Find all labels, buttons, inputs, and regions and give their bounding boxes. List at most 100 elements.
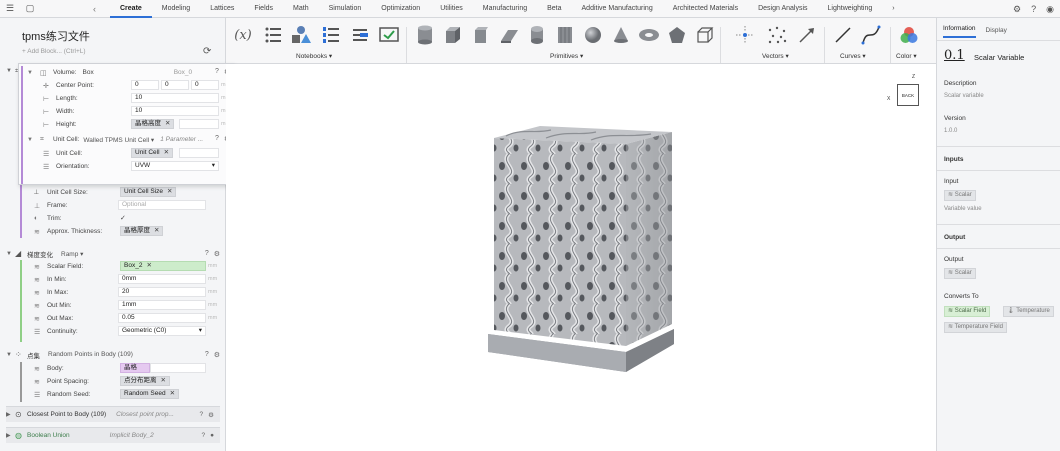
point-cloud-icon[interactable] — [766, 23, 788, 47]
unit-cell-chip[interactable]: Unit Cell ✕ — [131, 148, 174, 158]
lattice-model[interactable] — [476, 124, 686, 394]
settings-icon[interactable]: ⚙ — [214, 351, 220, 359]
random-seed-chip[interactable]: Random Seed ✕ — [120, 389, 180, 399]
collapse-caret-icon[interactable]: ▼ — [6, 68, 15, 74]
point-spacing-chip[interactable]: 点分布距离 ✕ — [120, 376, 170, 386]
tab-lattices[interactable]: Lattices — [200, 0, 244, 18]
convert-temperature-chip[interactable]: 🌡 Temperature — [1003, 306, 1054, 317]
prism-icon[interactable] — [470, 23, 492, 47]
help-icon[interactable]: ? — [215, 68, 219, 75]
trim-checkbox[interactable]: ✓ — [120, 214, 126, 222]
check-card-icon[interactable] — [378, 23, 400, 47]
sort-list-icon[interactable] — [349, 23, 371, 47]
remove-icon[interactable]: ✕ — [154, 227, 159, 234]
box-icon[interactable] — [442, 23, 464, 47]
unit-cell-row[interactable]: ▼ ⌗ Unit Cell: Walled TPMS Unit Cell ▾ 1… — [27, 134, 203, 145]
pentagon-icon[interactable] — [666, 23, 688, 47]
block-points-header[interactable]: ▼ ⁘ 点集 Random Points in Body (109) ? ⚙ — [6, 348, 220, 361]
3d-viewport[interactable]: Z X BACK — [226, 64, 936, 451]
help-icon[interactable]: ? — [205, 351, 209, 359]
tab-architected-materials[interactable]: Architected Materials — [663, 0, 748, 18]
tab-manufacturing[interactable]: Manufacturing — [473, 0, 537, 18]
remove-icon[interactable]: ✕ — [167, 188, 172, 195]
remove-icon[interactable]: ✕ — [170, 390, 175, 397]
add-block-button[interactable]: + Add Block... (Ctrl+L) — [22, 48, 86, 55]
settings-icon[interactable]: ⚙ — [214, 250, 220, 258]
tab-design-analysis[interactable]: Design Analysis — [748, 0, 817, 18]
volume-row[interactable]: ▼ ◫ Volume: Box Box_0 — [27, 67, 192, 78]
center-z-input[interactable]: 0 — [191, 80, 219, 90]
color-group-label[interactable]: Color ▾ — [896, 52, 917, 60]
frame-input[interactable]: Optional — [118, 200, 206, 210]
tab-simulation[interactable]: Simulation — [319, 0, 372, 18]
settings-icon[interactable]: ● — [210, 432, 214, 439]
unit-cell-value[interactable]: Walled TPMS Unit Cell ▾ — [83, 136, 154, 144]
wireframe-cube-icon[interactable] — [694, 23, 716, 47]
refresh-icon[interactable]: ⟳ — [203, 46, 211, 57]
cylinder-icon[interactable] — [414, 23, 436, 47]
thickness-chip[interactable]: 晶格厚度 ✕ — [120, 226, 164, 236]
convert-scalar-field-chip[interactable]: ≋ Scalar Field — [944, 306, 991, 317]
in-min-input[interactable]: 0mm — [118, 274, 206, 284]
scroll-right-icon[interactable]: › — [882, 0, 904, 18]
color-icon[interactable] — [898, 23, 920, 47]
block-type[interactable]: Ramp ▾ — [61, 250, 83, 258]
remove-icon[interactable]: ✕ — [146, 262, 151, 269]
variable-list-icon[interactable] — [320, 23, 342, 47]
length-input[interactable]: 10 — [131, 93, 219, 103]
view-cube[interactable]: BACK — [897, 84, 919, 106]
remove-icon[interactable]: ✕ — [165, 120, 170, 127]
tab-create[interactable]: Create — [110, 0, 152, 18]
caret-down-icon[interactable]: ▼ — [27, 70, 40, 76]
app-menu-icon[interactable]: ☰ — [0, 3, 20, 14]
tab-additive-manufacturing[interactable]: Additive Manufacturing — [572, 0, 663, 18]
out-min-input[interactable]: 1mm — [118, 300, 206, 310]
height-chip[interactable]: 晶格高度 ✕ — [131, 119, 175, 129]
capsule-icon[interactable] — [526, 23, 548, 47]
tab-math[interactable]: Math — [283, 0, 319, 18]
block-ramp-header[interactable]: ▼ ◢ 梯度变化 Ramp ▾ ? ⚙ — [6, 247, 220, 260]
shapes-icon[interactable] — [290, 23, 312, 47]
vectors-group-label[interactable]: Vectors ▾ — [762, 52, 789, 60]
caret-down-icon[interactable]: ▼ — [27, 137, 40, 143]
tab-information[interactable]: Information — [943, 25, 976, 38]
formula-icon[interactable]: (x) — [232, 23, 254, 47]
settings-icon[interactable]: ⚙ — [208, 411, 214, 419]
convert-temperature-field-chip[interactable]: ≋ Temperature Field — [944, 322, 1007, 333]
body-chip[interactable]: 晶格 — [120, 363, 150, 373]
curves-group-label[interactable]: Curves ▾ — [840, 52, 866, 60]
settings-icon[interactable]: ⚙ — [1013, 4, 1021, 15]
expand-caret-icon[interactable]: ▶ — [6, 411, 15, 418]
unit-cell-size-chip[interactable]: Unit Cell Size ✕ — [120, 187, 177, 197]
scroll-left-icon[interactable]: ‹ — [40, 4, 110, 14]
spline-icon[interactable] — [860, 23, 882, 47]
center-y-input[interactable]: 0 — [161, 80, 189, 90]
panel-toggle-icon[interactable]: ▢ — [20, 3, 40, 14]
primitives-group-label[interactable]: Primitives ▾ — [550, 52, 583, 60]
center-x-input[interactable]: 0 — [131, 80, 159, 90]
list-icon[interactable] — [262, 23, 284, 47]
tab-lightweighting[interactable]: Lightweighting — [818, 0, 883, 18]
help-icon[interactable]: ? — [200, 411, 204, 419]
tab-utilities[interactable]: Utilities — [430, 0, 473, 18]
out-max-input[interactable]: 0.05 — [118, 313, 206, 323]
tab-modeling[interactable]: Modeling — [152, 0, 200, 18]
tab-fields[interactable]: Fields — [244, 0, 283, 18]
notebooks-group-label[interactable]: Notebooks ▾ — [296, 52, 332, 60]
help-icon[interactable]: ? — [201, 432, 205, 439]
ribbed-cylinder-icon[interactable] — [554, 23, 576, 47]
collapse-caret-icon[interactable]: ▼ — [6, 251, 15, 257]
tab-beta[interactable]: Beta — [537, 0, 571, 18]
continuity-select[interactable]: Geometric (C0) ▾ — [118, 326, 206, 336]
tab-display[interactable]: Display — [986, 27, 1007, 38]
in-max-input[interactable]: 20 — [118, 287, 206, 297]
help-icon[interactable]: ? — [1031, 4, 1036, 14]
tab-optimization[interactable]: Optimization — [371, 0, 430, 18]
block-closest-point-header[interactable]: ▶ ⊙ Closest Point to Body (109) Closest … — [6, 406, 220, 422]
collapse-caret-icon[interactable]: ▼ — [6, 352, 15, 358]
sphere-icon[interactable] — [582, 23, 604, 47]
point-icon[interactable] — [734, 23, 756, 47]
torus-icon[interactable] — [638, 23, 660, 47]
orientation-select[interactable]: UVW ▾ — [131, 161, 219, 171]
help-icon[interactable]: ? — [205, 250, 209, 258]
